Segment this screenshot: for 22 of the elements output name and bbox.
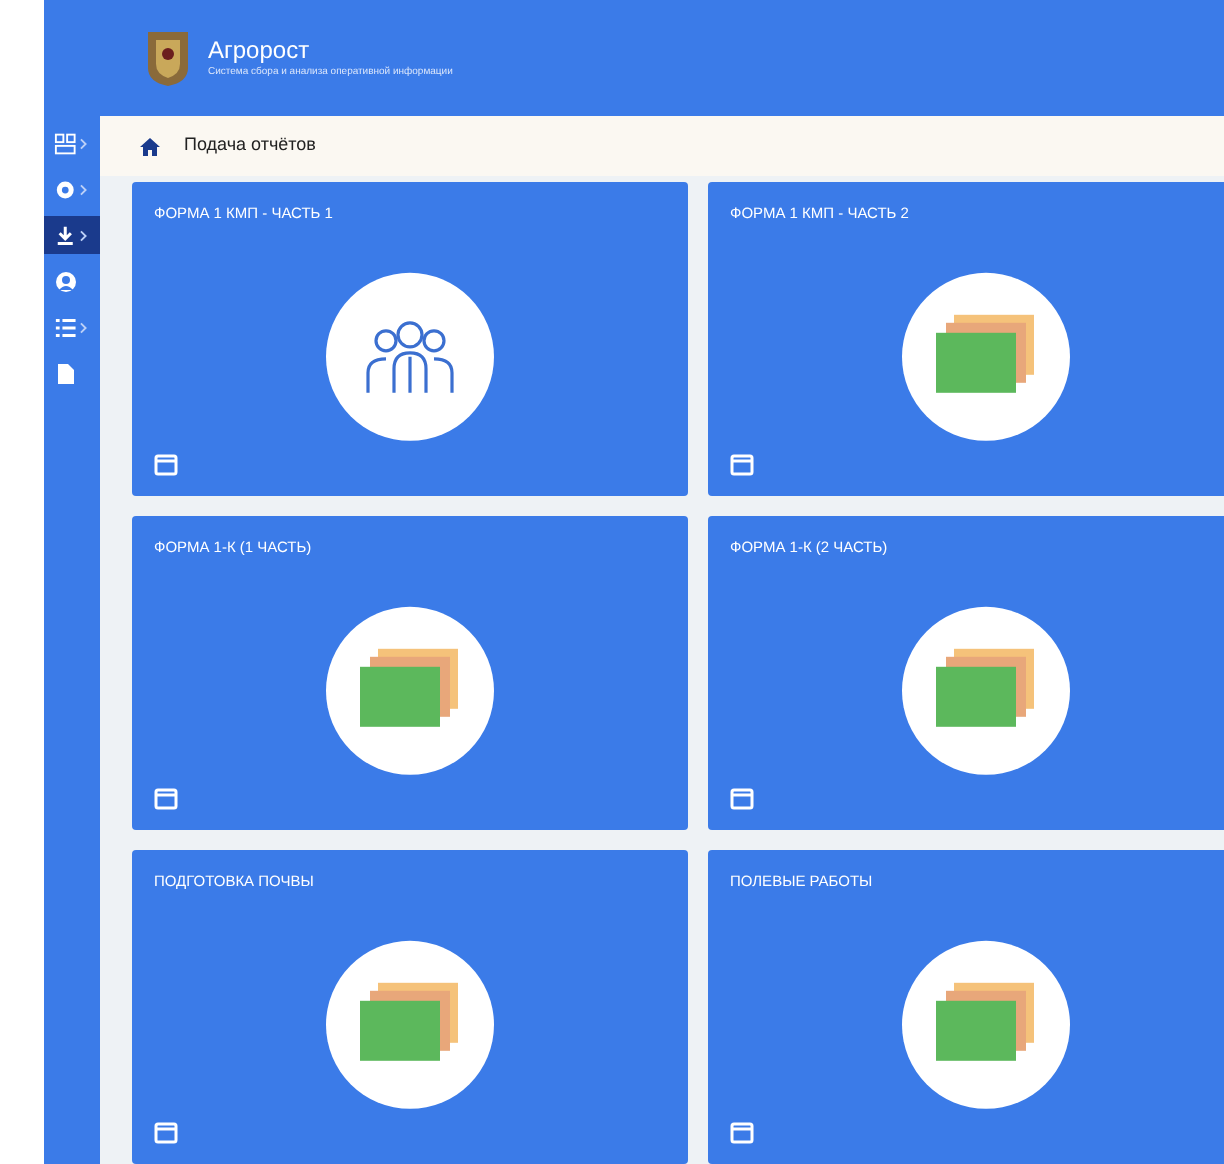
user-icon — [54, 269, 78, 293]
chevron-icon — [80, 229, 88, 241]
coat-of-arms-logo — [144, 28, 192, 88]
app-title: Агророст — [208, 38, 312, 66]
document-icon — [54, 361, 78, 385]
download-icon — [54, 223, 77, 247]
dashboard-icon — [54, 131, 77, 155]
chevron-icon — [80, 321, 88, 333]
calendar-icon[interactable] — [154, 786, 178, 810]
list-icon — [54, 315, 77, 339]
calendar-icon[interactable] — [730, 786, 754, 810]
calendar-icon[interactable] — [730, 452, 754, 476]
breadcrumb-current: Подача отчётов — [184, 132, 316, 159]
settings-icon — [54, 177, 77, 201]
chevron-icon — [80, 137, 88, 149]
calendar-icon[interactable] — [154, 1120, 178, 1144]
chevron-icon — [80, 183, 88, 195]
home-icon[interactable] — [140, 137, 160, 155]
sidebar-item[interactable] — [44, 216, 100, 254]
people-icon — [362, 315, 458, 396]
calendar-icon[interactable] — [730, 1120, 754, 1144]
calendar-icon[interactable] — [154, 452, 178, 476]
